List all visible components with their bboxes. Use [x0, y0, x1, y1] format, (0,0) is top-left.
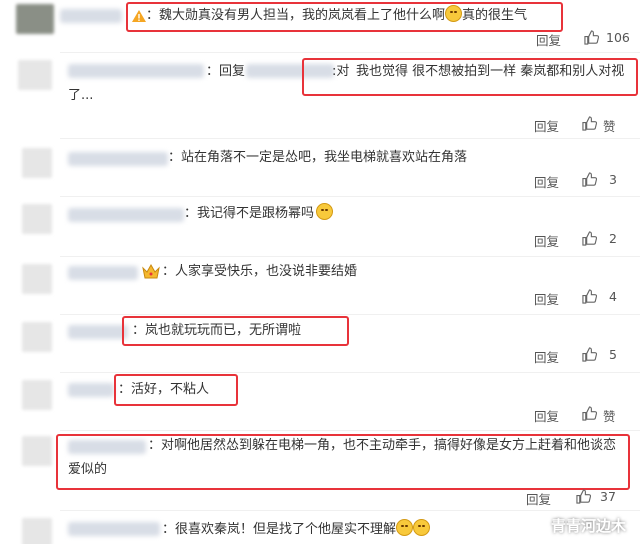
comment-text: ：我记得不是跟杨幂吗 [184, 202, 334, 226]
comment-row: ：回复 :对 我也觉得 很不想被拍到一样 秦岚都和别人对视了... 回复 赞 [0, 54, 640, 134]
comment-prefix: ： [162, 264, 176, 279]
like-count: 5 [609, 347, 617, 362]
like-count: 3 [609, 172, 617, 187]
divider [60, 256, 640, 257]
comment-body: 站在角落不一定是怂吧，我坐电梯就喜欢站在角落 [181, 150, 468, 165]
like-count: 4 [609, 289, 617, 304]
avatar[interactable] [22, 380, 52, 410]
comment-row: ：活好，不粘人 回复 赞 [0, 374, 640, 430]
avatar[interactable] [16, 4, 54, 34]
thumbs-up-icon[interactable] [584, 30, 599, 45]
reply-button[interactable]: 回复 [534, 116, 559, 135]
comment-prefix: ： [162, 522, 176, 537]
comment-body: 我记得不是跟杨幂吗 [197, 206, 315, 221]
reply-button[interactable]: 回复 [534, 347, 559, 366]
comment-row: ：魏大勋真没有男人担当，我的岚岚看上了他什么啊 真的很生气 回复 106 [0, 0, 640, 50]
avatar[interactable] [22, 322, 52, 352]
comment-prefix: ： [168, 150, 182, 165]
thumbs-up-icon[interactable] [582, 116, 597, 131]
highlight-box [302, 58, 638, 96]
divider [60, 196, 640, 197]
highlight-box [126, 2, 563, 32]
username-blurred[interactable] [68, 152, 168, 166]
smile-emoji-icon [316, 203, 334, 220]
comment-text: ：站在角落不一定是怂吧，我坐电梯就喜欢站在角落 [168, 146, 467, 170]
username-blurred[interactable] [68, 522, 160, 536]
crying-emoji-icon [396, 519, 414, 536]
username-blurred[interactable] [68, 266, 138, 280]
avatar[interactable] [22, 204, 52, 234]
highlight-box [56, 434, 630, 490]
thumbs-up-icon[interactable] [582, 347, 597, 362]
watermark: 青青河边木 [550, 517, 626, 535]
username-blurred[interactable] [68, 383, 114, 397]
comment-row: ：很喜欢秦岚！但是找了个他屋实不理解 [0, 512, 640, 544]
thumbs-up-icon[interactable] [582, 289, 597, 304]
username-blurred[interactable] [68, 208, 184, 222]
avatar[interactable] [22, 148, 52, 178]
thumbs-up-icon[interactable] [582, 172, 597, 187]
divider [60, 138, 640, 139]
like-label[interactable]: 赞 [603, 116, 616, 135]
like-count: 37 [600, 489, 616, 504]
divider [60, 314, 640, 315]
reply-button[interactable]: 回复 [526, 489, 551, 508]
crying-emoji-icon [413, 519, 431, 536]
comment-row: ：我记得不是跟杨幂吗 回复 2 [0, 200, 640, 254]
divider [60, 372, 640, 373]
comment-row: ：人家享受快乐，也没说非要结婚 回复 4 [0, 258, 640, 314]
reply-button[interactable]: 回复 [534, 289, 559, 308]
like-count: 106 [606, 30, 630, 45]
comment-row: ：站在角落不一定是怂吧，我坐电梯就喜欢站在角落 回复 3 [0, 142, 640, 196]
comment-body: 很喜欢秦岚！但是找了个他屋实不理解 [175, 522, 397, 537]
divider [60, 510, 640, 511]
comment-row: ：岚也就玩玩而已，无所谓啦 回复 5 [0, 316, 640, 372]
username-blurred[interactable] [60, 9, 122, 23]
comment-text: ：很喜欢秦岚！但是找了个他屋实不理解 [162, 518, 431, 542]
username-blurred[interactable] [68, 325, 128, 339]
comment-prefix: ： [184, 206, 198, 221]
reply-button[interactable]: 回复 [536, 30, 561, 49]
comment-row: ：对啊他居然怂到躲在电梯一角，也不主动牵手，搞得好像是女方上赶着和他谈恋爱似的 … [0, 432, 640, 510]
comment-text: ：人家享受快乐，也没说非要结婚 [162, 260, 357, 284]
divider [60, 52, 640, 53]
reply-button[interactable]: 回复 [534, 406, 559, 425]
like-count: 2 [609, 231, 617, 246]
comment-body: 人家享受快乐，也没说非要结婚 [175, 264, 358, 279]
avatar[interactable] [18, 60, 52, 90]
thumbs-up-icon[interactable] [576, 489, 591, 504]
like-label[interactable]: 赞 [603, 406, 616, 425]
reply-button[interactable]: 回复 [534, 172, 559, 191]
crown-icon [142, 263, 160, 283]
thumbs-up-icon[interactable] [582, 406, 597, 421]
highlight-box [114, 374, 238, 406]
highlight-box [122, 316, 349, 346]
avatar[interactable] [22, 264, 52, 294]
avatar[interactable] [22, 518, 52, 544]
thumbs-up-icon[interactable] [582, 231, 597, 246]
reply-button[interactable]: 回复 [534, 231, 559, 250]
avatar[interactable] [22, 436, 52, 466]
divider [60, 430, 640, 431]
